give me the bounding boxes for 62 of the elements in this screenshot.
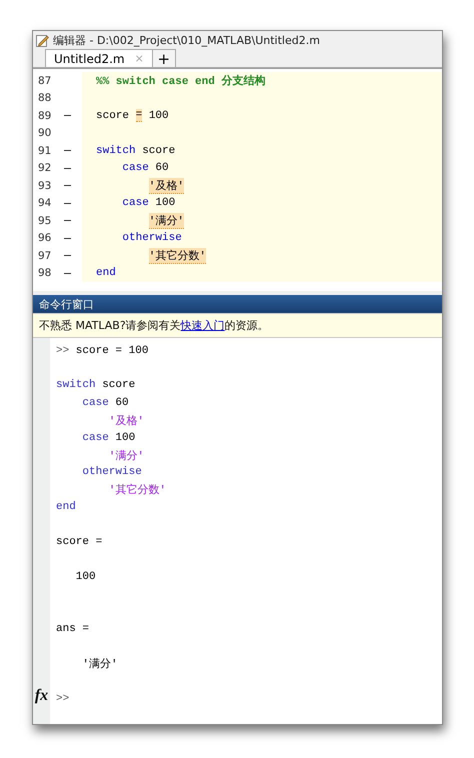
code-text: 100 bbox=[154, 197, 176, 210]
code-text: 60 bbox=[114, 396, 129, 409]
code-keyword: case bbox=[82, 432, 109, 444]
code-string: '及格' bbox=[108, 414, 144, 428]
code-text: 100 bbox=[114, 432, 136, 444]
code-text: '满分' bbox=[148, 212, 184, 229]
code-text: score bbox=[141, 144, 176, 157]
file-tab[interactable]: Untitled2.m × bbox=[45, 49, 153, 67]
line-number: 88 bbox=[37, 92, 52, 104]
notice-text: 不熟悉 MATLAB?请参阅有关快速入门的资源。 bbox=[33, 313, 442, 338]
code-keyword: end bbox=[96, 267, 116, 280]
code-keyword: end bbox=[56, 501, 76, 514]
code-text: score bbox=[101, 379, 136, 392]
code-string: '其它分数' bbox=[108, 482, 166, 498]
line-number: 93 bbox=[37, 180, 52, 192]
line-number: 97 bbox=[37, 250, 52, 262]
executable-line-dash[interactable] bbox=[64, 202, 71, 204]
pencil-icon bbox=[36, 34, 49, 46]
line-number: 92 bbox=[37, 162, 52, 174]
window-title: 编辑器 - D:\002_Project\010_MATLAB\Untitled2.m bbox=[53, 32, 320, 48]
code-keyword: otherwise bbox=[82, 466, 142, 478]
code-text: 60 bbox=[154, 162, 169, 174]
panel-title: 命令行窗口 bbox=[33, 295, 442, 313]
command-prompt: >> bbox=[56, 692, 70, 704]
line-number: 87 bbox=[37, 74, 52, 87]
executable-line-dash[interactable] bbox=[64, 272, 71, 274]
add-tab-button[interactable]: + bbox=[152, 49, 176, 67]
code-string: '满分' bbox=[108, 449, 144, 463]
executable-line-dash[interactable] bbox=[64, 150, 71, 152]
code-keyword: case bbox=[122, 162, 149, 174]
code-text: '满分' bbox=[82, 657, 118, 672]
line-number: 98 bbox=[37, 267, 52, 280]
code-keyword: switch bbox=[56, 379, 96, 392]
executable-line-dash[interactable] bbox=[64, 220, 71, 222]
code-comment: %% switch case end 分支结构 bbox=[96, 74, 266, 88]
line-number: 94 bbox=[37, 197, 52, 210]
function-browser-button[interactable]: fx bbox=[34, 688, 48, 704]
line-number: 96 bbox=[37, 232, 52, 244]
code-keyword: case bbox=[82, 396, 109, 409]
command-prompt: >> bbox=[56, 344, 70, 357]
code-text: 100 bbox=[148, 110, 169, 122]
code-keyword: case bbox=[122, 197, 149, 210]
code-text: 100 bbox=[76, 570, 96, 583]
code-keyword: switch bbox=[96, 144, 136, 157]
code-text: '其它分数' bbox=[148, 248, 206, 264]
executable-line-dash[interactable] bbox=[64, 255, 71, 256]
line-number: 95 bbox=[37, 214, 52, 227]
executable-line-dash[interactable] bbox=[64, 168, 71, 169]
code-text: score = 100 bbox=[74, 344, 148, 357]
line-number: 89 bbox=[37, 110, 52, 122]
executable-line-dash[interactable] bbox=[64, 115, 71, 116]
line-number: 90 bbox=[37, 127, 52, 140]
code-text: ans = bbox=[56, 622, 90, 635]
executable-line-dash[interactable] bbox=[64, 185, 71, 186]
code-text: '及格' bbox=[148, 178, 184, 194]
code-text: = bbox=[136, 109, 142, 122]
code-text: score = bbox=[56, 536, 102, 548]
quick-start-link[interactable]: 快速入门 bbox=[180, 319, 225, 332]
code-text: score bbox=[96, 110, 130, 122]
code-keyword: otherwise bbox=[122, 232, 182, 244]
executable-line-dash[interactable] bbox=[64, 238, 71, 239]
line-number: 91 bbox=[37, 144, 52, 157]
